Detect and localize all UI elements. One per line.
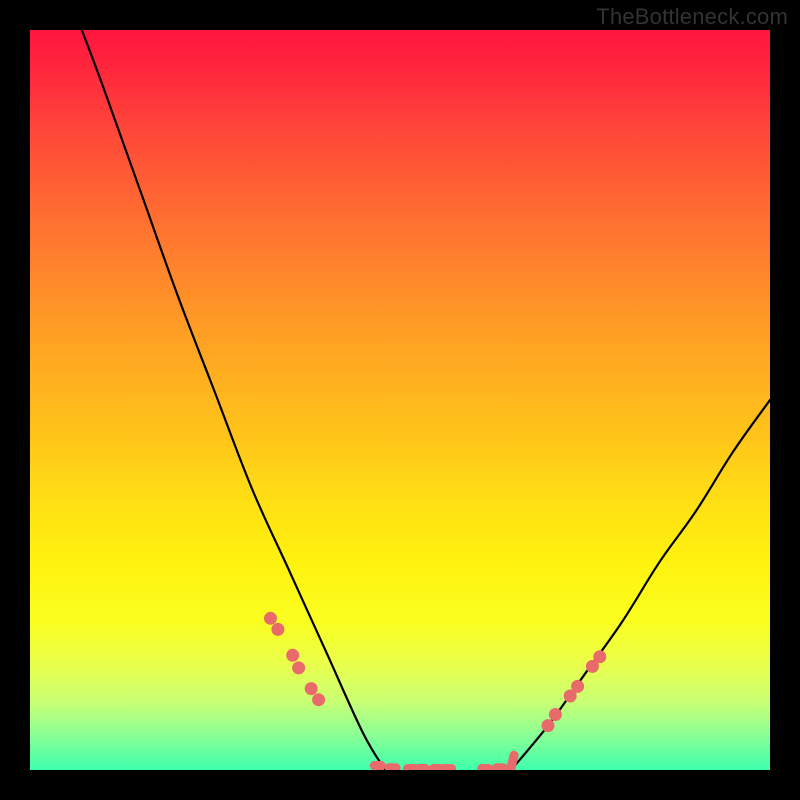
- watermark-text: TheBottleneck.com: [596, 4, 788, 30]
- data-marker: [305, 682, 318, 695]
- data-marker: [271, 623, 284, 636]
- data-marker: [549, 708, 562, 721]
- data-marker: [286, 649, 299, 662]
- markers-bottom-cluster: [370, 761, 508, 770]
- data-marker: [385, 763, 401, 770]
- markers-left-cluster: [264, 612, 325, 706]
- plot-area: [30, 30, 770, 770]
- curve-left-branch: [82, 30, 385, 770]
- data-marker: [477, 764, 493, 770]
- data-marker: [414, 764, 430, 770]
- page-frame: TheBottleneck.com: [0, 0, 800, 800]
- hook-end-marker: [511, 755, 514, 768]
- data-marker: [542, 719, 555, 732]
- data-marker: [264, 612, 277, 625]
- data-marker: [312, 693, 325, 706]
- data-marker: [292, 661, 305, 674]
- data-marker: [370, 761, 386, 770]
- chart-svg: [30, 30, 770, 770]
- data-marker: [440, 764, 456, 770]
- data-marker: [571, 680, 584, 693]
- data-marker-hook: [511, 755, 514, 768]
- data-marker: [593, 650, 606, 663]
- data-marker: [492, 763, 508, 770]
